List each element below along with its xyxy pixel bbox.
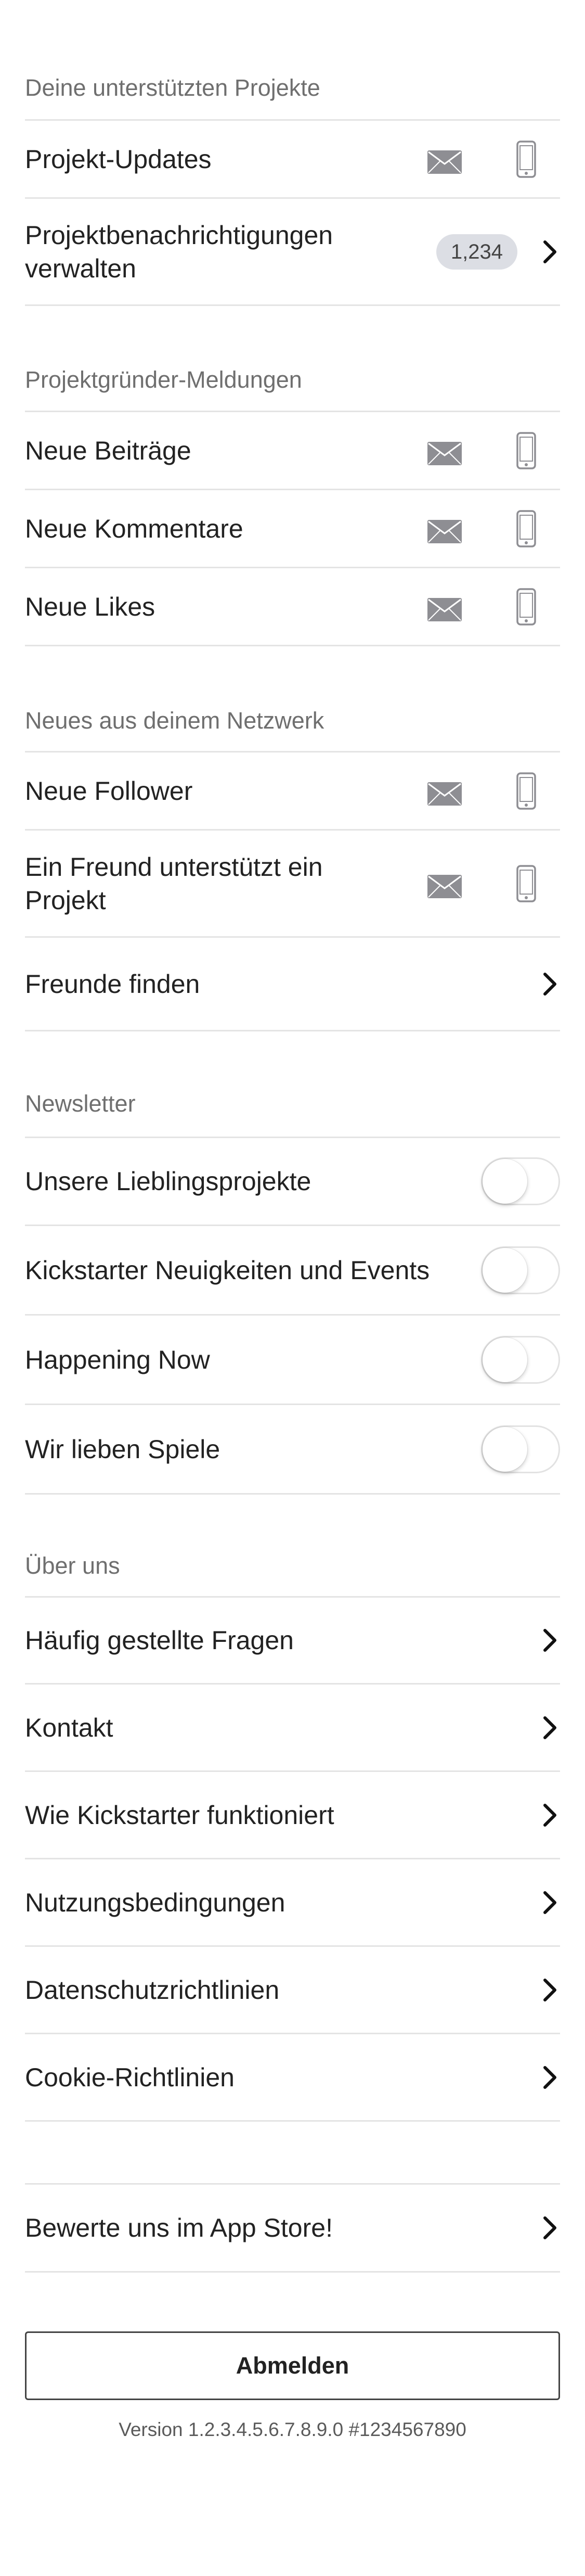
- newsletter-news-events-toggle[interactable]: [481, 1246, 560, 1294]
- toggle-knob: [483, 1159, 527, 1204]
- chevron-right-icon: [543, 240, 556, 263]
- row-newsletter-happening-now: Happening Now: [25, 1316, 560, 1405]
- count-badge: 1,234: [436, 234, 517, 270]
- phone-icon[interactable]: [516, 140, 536, 178]
- row-contact[interactable]: Kontakt: [25, 1685, 560, 1772]
- mail-icon[interactable]: [427, 782, 462, 806]
- chevron-right-icon: [543, 2065, 556, 2089]
- mail-icon[interactable]: [427, 874, 462, 898]
- row-label: Wie Kickstarter funktioniert: [25, 1800, 334, 1830]
- section-header-backed-projects: Deine unterstützten Projekte: [25, 74, 320, 101]
- section-header-newsletter: Newsletter: [25, 1090, 136, 1117]
- row-terms[interactable]: Nutzungsbedingungen: [25, 1859, 560, 1947]
- phone-icon[interactable]: [516, 509, 536, 547]
- row-privacy[interactable]: Datenschutzrichtlinien: [25, 1947, 560, 2034]
- phone-icon[interactable]: [516, 588, 536, 626]
- row-label: Kickstarter Neuigkeiten und Events: [25, 1255, 430, 1285]
- row-project-updates: Projekt-Updates: [25, 119, 560, 199]
- row-how-it-works[interactable]: Wie Kickstarter funktioniert: [25, 1772, 560, 1859]
- row-find-friends[interactable]: Freunde finden: [25, 938, 560, 1031]
- section-header-network: Neues aus deinem Netzwerk: [25, 707, 324, 734]
- chevron-right-icon: [543, 1803, 556, 1827]
- phone-icon[interactable]: [516, 431, 536, 469]
- row-label: Ein Freund unterstützt ein Projekt: [25, 852, 323, 915]
- section-header-about: Über uns: [25, 1552, 120, 1579]
- row-label: Projektbenachrichtigungen verwalten: [25, 220, 333, 283]
- row-label: Freunde finden: [25, 969, 200, 999]
- newsletter-games-toggle[interactable]: [481, 1425, 560, 1473]
- chevron-right-icon: [543, 1629, 556, 1652]
- row-newsletter-news-events: Kickstarter Neuigkeiten und Events: [25, 1226, 560, 1316]
- row-label: Cookie-Richtlinien: [25, 2062, 235, 2092]
- mail-icon[interactable]: [427, 597, 462, 621]
- row-cookies[interactable]: Cookie-Richtlinien: [25, 2034, 560, 2122]
- mail-icon[interactable]: [427, 519, 462, 543]
- row-new-likes: Neue Likes: [25, 568, 560, 646]
- toggle-knob: [483, 1247, 527, 1293]
- settings-page: Deine unterstützten Projekte Projekt-Upd…: [0, 0, 585, 2576]
- row-newsletter-games: Wir lieben Spiele: [25, 1405, 560, 1495]
- row-label: Happening Now: [25, 1345, 210, 1374]
- mail-icon[interactable]: [427, 150, 462, 174]
- row-faq[interactable]: Häufig gestellte Fragen: [25, 1596, 560, 1685]
- row-new-posts: Neue Beiträge: [25, 411, 560, 490]
- chevron-right-icon: [543, 972, 556, 996]
- row-label: Häufig gestellte Fragen: [25, 1626, 294, 1655]
- toggle-knob: [483, 1337, 527, 1382]
- row-new-comments: Neue Kommentare: [25, 490, 560, 568]
- row-label: Datenschutzrichtlinien: [25, 1975, 280, 2005]
- row-label: Kontakt: [25, 1713, 113, 1742]
- chevron-right-icon: [543, 1978, 556, 2001]
- section-header-creator: Projektgründer-Meldungen: [25, 366, 302, 393]
- newsletter-happening-now-toggle[interactable]: [481, 1335, 560, 1384]
- row-rate-app[interactable]: Bewerte uns im App Store!: [25, 2183, 560, 2273]
- newsletter-favorites-toggle[interactable]: [481, 1157, 560, 1205]
- logout-button[interactable]: Abmelden: [25, 2331, 560, 2400]
- chevron-right-icon: [543, 1716, 556, 1739]
- chevron-right-icon: [543, 1891, 556, 1914]
- row-label: Bewerte uns im App Store!: [25, 2213, 333, 2242]
- row-label: Nutzungsbedingungen: [25, 1888, 285, 1917]
- row-newsletter-favorites: Unsere Lieblingsprojekte: [25, 1137, 560, 1226]
- version-text: Version 1.2.3.4.5.6.7.8.9.0 #1234567890: [119, 2419, 466, 2440]
- phone-icon[interactable]: [516, 772, 536, 810]
- mail-icon[interactable]: [427, 441, 462, 465]
- toggle-knob: [483, 1426, 527, 1472]
- row-friend-backs-project: Ein Freund unterstützt ein Projekt: [25, 831, 560, 938]
- row-label: Wir lieben Spiele: [25, 1434, 220, 1464]
- chevron-right-icon: [543, 2216, 556, 2239]
- row-new-followers: Neue Follower: [25, 751, 560, 831]
- phone-icon[interactable]: [516, 864, 536, 902]
- row-manage-project-notifications[interactable]: Projektbenachrichtigungen verwalten 1,23…: [25, 199, 560, 306]
- row-label: Unsere Lieblingsprojekte: [25, 1167, 311, 1196]
